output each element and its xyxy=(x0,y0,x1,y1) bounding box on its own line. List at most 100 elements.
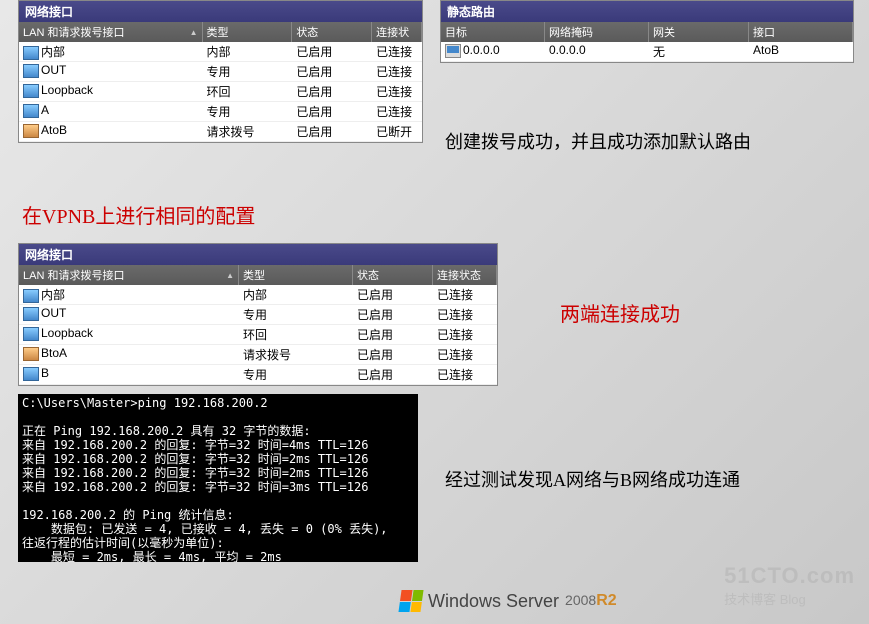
network-interfaces-panel-b: 网络接口 LAN 和请求拨号接口▲ 类型 状态 连接状态 内部内部已启用已连接O… xyxy=(18,243,498,386)
lan-icon xyxy=(23,307,39,321)
interface-conn: 已连接 xyxy=(433,345,497,364)
interface-conn: 已连接 xyxy=(372,62,422,81)
interface-conn: 已连接 xyxy=(433,365,497,384)
interface-name: AtoB xyxy=(41,123,67,137)
header-col-type[interactable]: 类型 xyxy=(239,265,353,285)
header-col-conn[interactable]: 连接状态 xyxy=(433,265,497,285)
interface-type: 专用 xyxy=(203,62,293,81)
interface-row[interactable]: OUT专用已启用已连接 xyxy=(19,62,422,82)
annotation-vpnb-config: 在VPNB上进行相同的配置 xyxy=(22,200,255,229)
interface-row[interactable]: B 专用已启用已连接 xyxy=(19,365,497,385)
interface-conn: 已连接 xyxy=(372,42,422,61)
grid-body: 内部内部已启用已连接OUT专用已启用已连接Loopback环回已启用已连接A专用… xyxy=(19,42,422,142)
interface-conn: 已连接 xyxy=(433,325,497,344)
route-gw: 无 xyxy=(649,42,749,61)
header-col-conn[interactable]: 连接状 xyxy=(372,22,422,42)
interface-status: 已启用 xyxy=(292,102,372,121)
annotation-both-connected: 两端连接成功 xyxy=(560,298,680,327)
interface-status: 已启用 xyxy=(292,122,372,141)
lan-icon xyxy=(23,46,39,60)
header-col-status[interactable]: 状态 xyxy=(353,265,433,285)
watermark-site: 51CTO.com xyxy=(724,563,855,589)
interface-type: 环回 xyxy=(203,82,293,101)
interface-row[interactable]: OUT专用已启用已连接 xyxy=(19,305,497,325)
windows-flag-icon xyxy=(398,590,423,612)
interface-type: 环回 xyxy=(239,325,353,344)
interface-status: 已启用 xyxy=(353,305,433,324)
interface-status: 已启用 xyxy=(292,62,372,81)
command-prompt-window[interactable]: C:\Users\Master>ping 192.168.200.2 正在 Pi… xyxy=(18,394,418,562)
interface-status: 已启用 xyxy=(353,345,433,364)
lan-icon xyxy=(23,289,39,303)
interface-name: OUT xyxy=(41,306,66,320)
interface-conn: 已连接 xyxy=(372,82,422,101)
interface-status: 已启用 xyxy=(292,42,372,61)
interface-type: 请求拨号 xyxy=(203,122,293,141)
header-col-status[interactable]: 状态 xyxy=(292,22,372,42)
route-mask: 0.0.0.0 xyxy=(545,42,649,61)
watermark: 51CTO.com 技术博客 Blog xyxy=(724,563,855,608)
windows-server-logo: Windows Server 2008R2 xyxy=(400,590,617,612)
static-route-panel: 静态路由 目标 网络掩码 网关 接口 0.0.0.0 0.0.0.0 无 Ato… xyxy=(440,0,854,63)
logo-r2: R2 xyxy=(596,592,616,609)
lan-icon xyxy=(23,327,39,341)
interface-type: 专用 xyxy=(239,365,353,384)
route-dest: 0.0.0.0 xyxy=(463,43,500,57)
interface-name: Loopback xyxy=(41,83,93,97)
interface-name: 内部 xyxy=(41,45,65,59)
interface-row[interactable]: BtoA 请求拨号已启用已连接 xyxy=(19,345,497,365)
interface-row[interactable]: A专用已启用已连接 xyxy=(19,102,422,122)
header-col-mask[interactable]: 网络掩码 xyxy=(545,22,649,42)
annotation-test-success: 经过测试发现A网络与B网络成功连通 xyxy=(445,466,740,492)
panel-title: 网络接口 xyxy=(19,1,422,22)
interface-name: Loopback xyxy=(41,326,93,340)
lan-icon xyxy=(23,64,39,78)
interface-row[interactable]: 内部内部已启用已连接 xyxy=(19,42,422,62)
header-col-gw[interactable]: 网关 xyxy=(649,22,749,42)
lan-icon xyxy=(23,104,39,118)
route-row[interactable]: 0.0.0.0 0.0.0.0 无 AtoB xyxy=(441,42,853,62)
interface-type: 内部 xyxy=(203,42,293,61)
interface-row[interactable]: Loopback 环回已启用已连接 xyxy=(19,82,422,102)
header-col-name[interactable]: LAN 和请求拨号接口▲ xyxy=(19,265,239,285)
interface-status: 已启用 xyxy=(353,365,433,384)
sort-icon: ▲ xyxy=(226,271,234,280)
watermark-tag: 技术博客 Blog xyxy=(724,589,855,608)
header-col-name[interactable]: LAN 和请求拨号接口▲ xyxy=(19,22,203,42)
interface-name: B xyxy=(41,366,49,380)
logo-brand: Windows Server xyxy=(428,591,559,612)
lan-icon xyxy=(23,367,39,381)
sort-icon: ▲ xyxy=(190,28,198,37)
interface-row[interactable]: Loopback 环回已启用已连接 xyxy=(19,325,497,345)
network-interfaces-panel-a: 网络接口 LAN 和请求拨号接口▲ 类型 状态 连接状 内部内部已启用已连接OU… xyxy=(18,0,423,143)
interface-status: 已启用 xyxy=(353,285,433,304)
interface-type: 请求拨号 xyxy=(239,345,353,364)
dial-icon xyxy=(23,124,39,138)
annotation-dial-success: 创建拨号成功，并且成功添加默认路由 xyxy=(445,128,751,154)
grid-header: LAN 和请求拨号接口▲ 类型 状态 连接状 xyxy=(19,22,422,42)
panel-title: 静态路由 xyxy=(441,1,853,22)
interface-type: 内部 xyxy=(239,285,353,304)
grid-header: 目标 网络掩码 网关 接口 xyxy=(441,22,853,42)
interface-row[interactable]: AtoB 请求拨号已启用已断开 xyxy=(19,122,422,142)
interface-type: 专用 xyxy=(239,305,353,324)
interface-conn: 已断开 xyxy=(372,122,422,141)
interface-name: 内部 xyxy=(41,288,65,302)
interface-conn: 已连接 xyxy=(433,285,497,304)
grid-body: 内部内部已启用已连接OUT专用已启用已连接Loopback环回已启用已连接Bto… xyxy=(19,285,497,385)
interface-type: 专用 xyxy=(203,102,293,121)
interface-row[interactable]: 内部内部已启用已连接 xyxy=(19,285,497,305)
header-col-iface[interactable]: 接口 xyxy=(749,22,853,42)
header-col-type[interactable]: 类型 xyxy=(203,22,293,42)
route-iface: AtoB xyxy=(749,42,853,61)
interface-status: 已启用 xyxy=(292,82,372,101)
header-col-dest[interactable]: 目标 xyxy=(441,22,545,42)
grid-header: LAN 和请求拨号接口▲ 类型 状态 连接状态 xyxy=(19,265,497,285)
panel-title: 网络接口 xyxy=(19,244,497,265)
lan-icon xyxy=(23,84,39,98)
logo-year: 2008 xyxy=(565,592,596,608)
interface-conn: 已连接 xyxy=(372,102,422,121)
grid-body: 0.0.0.0 0.0.0.0 无 AtoB xyxy=(441,42,853,62)
interface-status: 已启用 xyxy=(353,325,433,344)
interface-name: BtoA xyxy=(41,346,67,360)
